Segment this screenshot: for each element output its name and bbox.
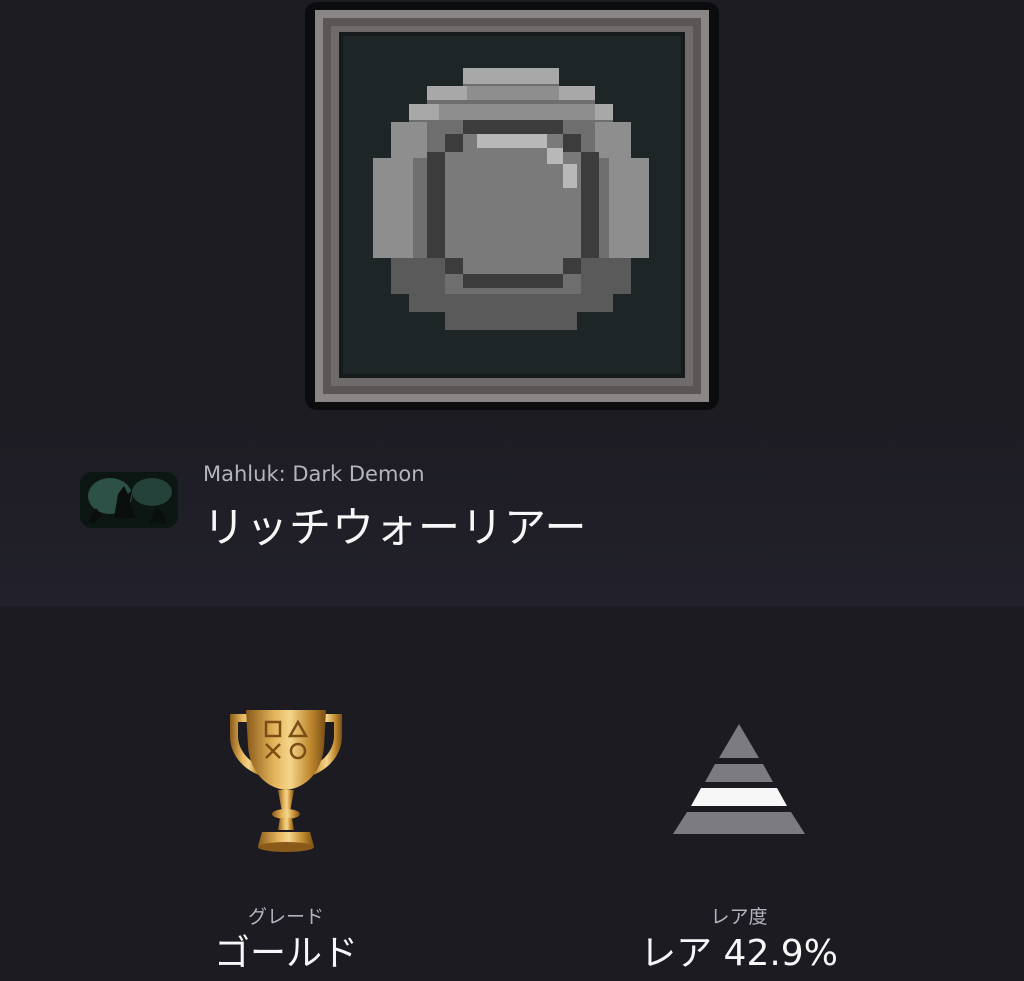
trophy-header: Mahluk: Dark Demon リッチウォーリアー: [0, 0, 1024, 606]
rarity-value: レア 42.9%: [640, 933, 838, 974]
pixel-shield-icon: [305, 2, 719, 410]
rarity-pyramid-icon: [671, 724, 807, 836]
grade-value: ゴールド: [213, 933, 358, 974]
gold-trophy-icon: [226, 706, 346, 854]
game-info: Mahluk: Dark Demon リッチウォーリアー: [80, 462, 980, 552]
game-cover-thumbnail: [80, 472, 178, 528]
game-title: Mahluk: Dark Demon: [203, 462, 425, 486]
trophy-name: リッチウォーリアー: [203, 503, 588, 552]
rarity-stat: レア度 レア 42.9%: [589, 606, 889, 981]
grade-stat: グレード ゴールド: [136, 606, 436, 981]
trophy-stats: グレード ゴールド レア度 レア 42.9%: [0, 606, 1024, 981]
